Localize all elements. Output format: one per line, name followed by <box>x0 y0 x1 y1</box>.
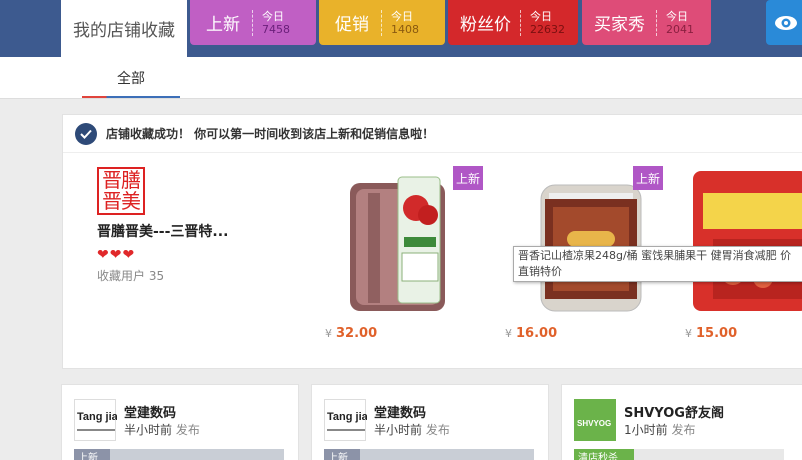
tab-stat: 今日 7458 <box>262 10 290 36</box>
tab-divider <box>252 9 253 36</box>
new-badge: 上新 <box>74 449 110 460</box>
tab-divider <box>656 9 657 36</box>
shop-favorite-card: 店铺收藏成功！ 你可以第一时间收到该店上新和促销信息啦！ 晋膳 晋美 晋膳晋美-… <box>62 114 802 369</box>
time-text: 半小时前 <box>124 423 173 437</box>
today-count: 2041 <box>666 22 694 36</box>
tab-underline <box>82 96 180 98</box>
product-price: ¥32.00 <box>325 326 377 341</box>
tab-new-arrivals[interactable]: 上新 今日 7458 <box>190 0 316 45</box>
shop-logo[interactable]: SHVYOG <box>574 399 616 441</box>
feed-card[interactable]: Tang jian 堂建数码 半小时前 发布 上新 <box>61 384 299 460</box>
today-count: 22632 <box>530 22 565 36</box>
logo-text: SHVYOG <box>577 419 611 428</box>
today-label: 今日 <box>391 9 413 23</box>
currency-symbol: ¥ <box>685 327 692 340</box>
tab-promotions[interactable]: 促销 今日 1408 <box>319 0 445 45</box>
time-text: 半小时前 <box>374 423 423 437</box>
tab-fan-price[interactable]: 粉丝价 今日 22632 <box>448 0 578 45</box>
checkmark-icon <box>75 122 97 145</box>
today-label: 今日 <box>666 9 688 23</box>
success-notice: 店铺收藏成功！ 你可以第一时间收到该店上新和促销信息啦！ <box>63 115 802 153</box>
post-time: 半小时前 发布 <box>374 421 450 438</box>
favorite-count: 收藏用户 35 <box>97 269 165 283</box>
product-image[interactable] <box>693 163 802 313</box>
logo-text: Tang jian <box>327 411 367 423</box>
currency-symbol: ¥ <box>325 327 332 340</box>
price-value: 15.00 <box>696 326 738 341</box>
sub-nav: 全部 <box>0 57 802 99</box>
today-count: 7458 <box>262 22 290 36</box>
currency-symbol: ¥ <box>505 327 512 340</box>
shop-rating-hearts: ❤❤❤ <box>97 247 136 263</box>
feed-card[interactable]: Tang jian 堂建数码 半小时前 发布 上新 <box>311 384 549 460</box>
tab-divider <box>520 9 521 36</box>
tab-label: 上新 <box>206 15 240 35</box>
seal-line: 晋膳 <box>102 168 141 192</box>
publish-label: 发布 <box>175 423 200 437</box>
price-value: 32.00 <box>336 326 378 341</box>
shop-name[interactable]: 晋膳晋美---三晋特... <box>97 221 228 241</box>
tab-all-label: 全部 <box>117 71 145 87</box>
shop-logo[interactable]: 晋膳 晋美 <box>97 167 145 215</box>
logo-text: Tang jian <box>77 411 117 423</box>
product-price: ¥16.00 <box>505 326 557 341</box>
feed-card[interactable]: SHVYOG SHVYOG舒友阁 1小时前 发布 清店秒杀 <box>561 384 802 460</box>
today-label: 今日 <box>262 9 284 23</box>
product-tooltip: 晋香记山楂凉果248g/桶 蜜饯果脯果干 健胃消食减肥 价直销特价 <box>513 246 802 282</box>
today-label: 今日 <box>530 9 552 23</box>
new-badge: 上新 <box>453 166 483 190</box>
tab-divider <box>381 9 382 36</box>
tab-stat: 今日 1408 <box>391 10 419 36</box>
post-time: 半小时前 发布 <box>124 421 200 438</box>
tab-buyer-show[interactable]: 买家秀 今日 2041 <box>582 0 711 45</box>
tab-stat: 今日 22632 <box>530 10 565 36</box>
shop-name[interactable]: 堂建数码 <box>374 402 426 421</box>
tab-label: 粉丝价 <box>460 15 511 35</box>
time-text: 1小时前 <box>624 423 668 437</box>
top-bar: 我的店铺收藏 上新 今日 7458 促销 今日 1408 粉丝价 今日 2263… <box>0 0 802 57</box>
tab-label: 买家秀 <box>594 15 645 35</box>
publish-label: 发布 <box>671 423 696 437</box>
notice-text: 店铺收藏成功！ 你可以第一时间收到该店上新和促销信息啦！ <box>106 127 435 141</box>
shop-logo[interactable]: Tang jian <box>324 399 375 441</box>
tab-stat: 今日 2041 <box>666 10 694 36</box>
shop-logo[interactable]: Tang jian <box>74 399 125 441</box>
post-time: 1小时前 发布 <box>624 421 695 438</box>
product-price: ¥15.00 <box>685 326 737 341</box>
eye-icon[interactable] <box>766 0 802 45</box>
tab-my-shop-favorites[interactable]: 我的店铺收藏 <box>61 0 187 57</box>
publish-label: 发布 <box>425 423 450 437</box>
seal-line: 晋美 <box>102 189 141 213</box>
flash-sale-badge: 清店秒杀 <box>574 449 634 460</box>
new-badge: 上新 <box>633 166 663 190</box>
shop-name[interactable]: 堂建数码 <box>124 402 176 421</box>
shop-info: 晋膳 晋美 晋膳晋美---三晋特... ❤❤❤ 收藏用户 35 <box>97 167 228 284</box>
tab-label: 促销 <box>335 15 369 35</box>
tab-all[interactable]: 全部 <box>82 57 180 99</box>
new-badge: 上新 <box>324 449 360 460</box>
price-value: 16.00 <box>516 326 558 341</box>
today-count: 1408 <box>391 22 419 36</box>
shop-name[interactable]: SHVYOG舒友阁 <box>624 402 724 421</box>
